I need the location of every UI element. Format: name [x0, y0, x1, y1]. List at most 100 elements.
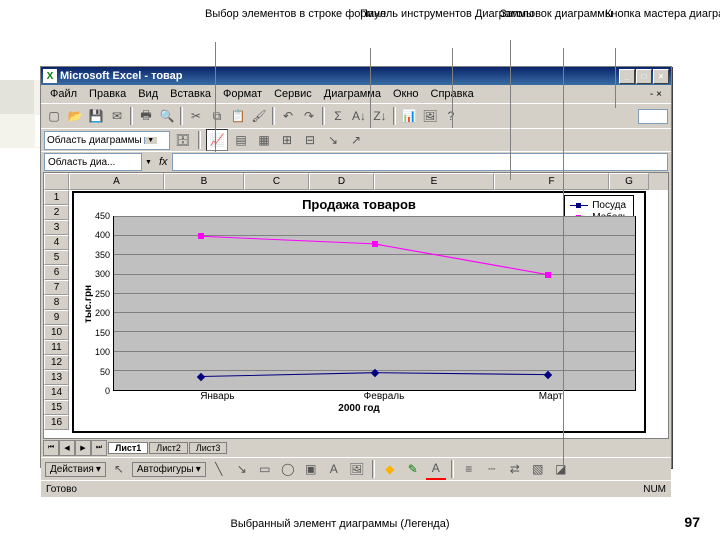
callouts: Выбор элементов в строке формул Панель и… [0, 0, 720, 60]
callout-3: Заголовок диаграммы [500, 8, 613, 20]
embedded-chart[interactable]: Продажа товаров Посуда Мебель тыс.грн 45… [72, 191, 646, 433]
col-C[interactable]: C [244, 173, 309, 190]
mdi-close[interactable]: - × [645, 88, 667, 101]
autoshapes-menu[interactable]: Автофигуры ▾ [132, 462, 206, 477]
column-headers: A B C D E F G [44, 173, 668, 190]
undo-icon[interactable]: ↶ [278, 106, 298, 126]
mail-icon[interactable]: ✉ [107, 106, 127, 126]
rect-icon[interactable]: ▭ [255, 459, 275, 479]
sort-desc-icon[interactable]: Z↓ [370, 106, 390, 126]
data-table-icon[interactable]: ▦ [254, 130, 274, 150]
col-E[interactable]: E [374, 173, 494, 190]
col-A[interactable]: A [69, 173, 164, 190]
dropdown-icon[interactable]: ▼ [142, 159, 155, 166]
chart-wizard-icon[interactable]: 📊 [399, 106, 419, 126]
callout-1: Выбор элементов в строке формул [205, 8, 386, 20]
sheet-tab-3[interactable]: Лист3 [189, 442, 228, 454]
redo-icon[interactable]: ↷ [299, 106, 319, 126]
worksheet: A B C D E F G 12 34 56 78 910 1112 1314 … [43, 172, 669, 439]
clipart-icon[interactable]: 🖼 [347, 459, 367, 479]
col-D[interactable]: D [309, 173, 374, 190]
oval-icon[interactable]: ◯ [278, 459, 298, 479]
chart-type-icon[interactable]: 📈 [206, 129, 228, 151]
format-painter-icon[interactable]: 🖌 [249, 106, 269, 126]
maximize-button[interactable]: □ [636, 69, 652, 84]
open-icon[interactable]: 📂 [65, 106, 85, 126]
menu-tools[interactable]: Сервис [269, 87, 317, 101]
minimize-button[interactable]: _ [619, 69, 635, 84]
legend-marker-1 [570, 201, 588, 211]
format-object-icon[interactable]: 🗄 [173, 130, 193, 150]
by-row-icon[interactable]: ⊞ [277, 130, 297, 150]
tab-last-icon[interactable]: ⏭ [91, 440, 107, 456]
x-ticks: Январь Февраль Март [74, 391, 644, 402]
callout-4: Кнопка мастера диаграмм [605, 8, 720, 20]
select-all[interactable] [44, 173, 69, 190]
col-F[interactable]: F [494, 173, 609, 190]
line-color-icon[interactable]: ✎ [403, 459, 423, 479]
x-axis-label: 2000 год [74, 402, 644, 414]
menu-chart[interactable]: Диаграмма [319, 87, 386, 101]
titlebar: X Microsoft Excel - товар _ □ × [41, 67, 671, 85]
tab-next-icon[interactable]: ▶ [75, 440, 91, 456]
status-bar: Готово NUM [41, 480, 671, 497]
menu-file[interactable]: Файл [45, 87, 82, 101]
menubar: Файл Правка Вид Вставка Формат Сервис Ди… [41, 85, 671, 103]
select-icon[interactable]: ↖ [109, 459, 129, 479]
drawing-toggle-icon[interactable]: 🖼 [420, 106, 440, 126]
sheet-tab-1[interactable]: Лист1 [108, 442, 148, 454]
chart-title[interactable]: Продажа товаров [74, 193, 644, 216]
help-icon[interactable]: ? [441, 106, 461, 126]
fx-icon[interactable]: fx [159, 156, 168, 168]
textbox-icon[interactable]: ▣ [301, 459, 321, 479]
help-box[interactable] [638, 109, 668, 124]
sheet-tab-2[interactable]: Лист2 [149, 442, 188, 454]
status-num: NUM [643, 484, 666, 495]
print-icon[interactable]: 🖶 [136, 106, 156, 126]
menu-format[interactable]: Формат [218, 87, 267, 101]
actions-menu[interactable]: Действия ▾ [45, 462, 106, 477]
menu-window[interactable]: Окно [388, 87, 424, 101]
wordart-icon[interactable]: A [324, 459, 344, 479]
line-style-icon[interactable]: ≡ [459, 459, 479, 479]
legend-toggle-icon[interactable]: ▤ [231, 130, 251, 150]
chart-element-combo[interactable]: Область диаграммы▼ [44, 131, 170, 150]
dash-style-icon[interactable]: ┄ [482, 459, 502, 479]
fill-color-icon[interactable]: ◆ [380, 459, 400, 479]
angle-up-icon[interactable]: ↗ [346, 130, 366, 150]
new-icon[interactable]: ▢ [44, 106, 64, 126]
sort-asc-icon[interactable]: A↓ [349, 106, 369, 126]
y-axis-label: тыс.грн [82, 216, 95, 391]
status-text: Готово [46, 484, 77, 495]
preview-icon[interactable]: 🔍 [157, 106, 177, 126]
arrow-icon[interactable]: ↘ [232, 459, 252, 479]
col-B[interactable]: B [164, 173, 244, 190]
tab-first-icon[interactable]: ⏮ [43, 440, 59, 456]
angle-down-icon[interactable]: ↘ [323, 130, 343, 150]
font-color-icon[interactable]: A [426, 458, 446, 480]
cut-icon[interactable]: ✂ [186, 106, 206, 126]
autosum-icon[interactable]: Σ [328, 106, 348, 126]
sheet-tabs: ⏮ ◀ ▶ ⏭ Лист1 Лист2 Лист3 [41, 439, 671, 457]
close-button[interactable]: × [653, 69, 669, 84]
col-G[interactable]: G [609, 173, 649, 190]
tab-prev-icon[interactable]: ◀ [59, 440, 75, 456]
menu-view[interactable]: Вид [133, 87, 163, 101]
copy-icon[interactable]: ⧉ [207, 106, 227, 126]
line-icon[interactable]: ╲ [209, 459, 229, 479]
title-text: Microsoft Excel - товар [60, 70, 183, 82]
name-box[interactable]: Область диа... [44, 153, 142, 171]
menu-edit[interactable]: Правка [84, 87, 131, 101]
save-icon[interactable]: 💾 [86, 106, 106, 126]
row-headers: 12 34 56 78 910 1112 1314 1516 [44, 190, 69, 438]
plot-area[interactable] [113, 216, 636, 391]
app-window: X Microsoft Excel - товар _ □ × Файл Пра… [40, 66, 672, 468]
shadow-icon[interactable]: ▧ [528, 459, 548, 479]
arrow-style-icon[interactable]: ⇄ [505, 459, 525, 479]
3d-icon[interactable]: ◪ [551, 459, 571, 479]
y-ticks: 450400350 300250200 15010050 0 [95, 211, 113, 396]
paste-icon[interactable]: 📋 [228, 106, 248, 126]
by-column-icon[interactable]: ⊟ [300, 130, 320, 150]
formula-edit[interactable] [172, 153, 669, 171]
menu-insert[interactable]: Вставка [165, 87, 216, 101]
